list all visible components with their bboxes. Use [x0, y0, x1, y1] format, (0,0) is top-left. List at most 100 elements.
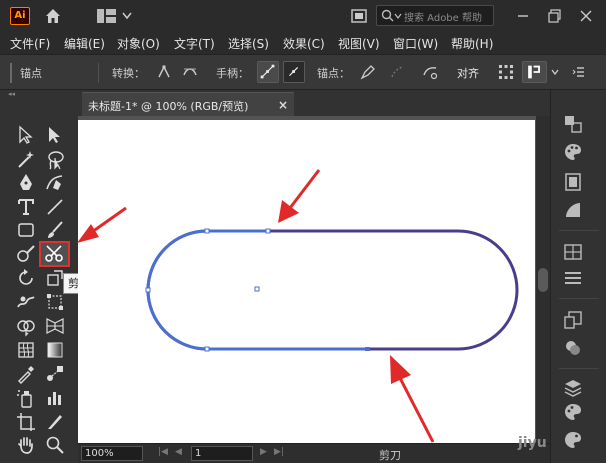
last-artboard-icon[interactable]: ▶| — [274, 447, 284, 457]
maximize-icon[interactable] — [545, 6, 565, 26]
appearance-icon[interactable] — [563, 338, 583, 358]
color-themes-icon[interactable] — [563, 402, 583, 422]
slice-tool[interactable] — [44, 411, 66, 433]
hide-handles-button[interactable] — [283, 61, 305, 83]
close-icon[interactable]: × — [278, 98, 288, 112]
isolate-button[interactable] — [522, 61, 547, 83]
menu-effect[interactable]: 效果(C) — [283, 35, 325, 52]
blend-tool[interactable] — [44, 363, 66, 385]
hand-tool[interactable] — [15, 434, 37, 456]
artboards-panel-icon[interactable] — [563, 310, 583, 330]
color-palette-icon[interactable] — [563, 142, 583, 162]
symbol-sprayer-tool[interactable] — [15, 387, 37, 409]
artboard-tool[interactable] — [15, 411, 37, 433]
divider — [559, 368, 599, 369]
minimize-icon[interactable] — [513, 6, 533, 26]
align-label[interactable]: 对齐 — [457, 65, 479, 81]
rotate-tool[interactable] — [15, 267, 37, 289]
layers-icon[interactable] — [563, 378, 583, 398]
color-guide-icon[interactable] — [563, 172, 583, 192]
symbol-sprayer-icon — [17, 390, 32, 408]
type-icon — [18, 199, 34, 215]
mesh-tool[interactable] — [15, 339, 37, 361]
title-bar: Ai 搜索 Adobe 帮助 — [0, 0, 606, 31]
menu-view[interactable]: 视图(V) — [338, 35, 380, 52]
magic-wand-icon — [18, 151, 34, 168]
anchor-point[interactable] — [265, 228, 271, 234]
close-window-icon[interactable] — [576, 6, 596, 26]
search-field[interactable]: 搜索 Adobe 帮助 — [376, 5, 494, 26]
divider — [559, 230, 599, 231]
divider — [559, 298, 599, 299]
next-artboard-icon[interactable]: ▶ — [260, 447, 267, 457]
first-artboard-icon[interactable]: |◀ — [158, 447, 168, 457]
pen-tool[interactable] — [15, 172, 37, 194]
search-icon — [381, 9, 402, 22]
remove-anchor-icon[interactable] — [359, 63, 377, 81]
menu-object[interactable]: 对象(O) — [117, 35, 160, 52]
artboard[interactable] — [78, 120, 535, 443]
home-icon[interactable] — [43, 6, 63, 26]
vertical-scrollbar[interactable] — [536, 116, 550, 443]
gradient-panel-icon[interactable] — [563, 200, 583, 220]
free-transform-tool[interactable] — [44, 291, 66, 313]
chevron-down-icon[interactable] — [550, 63, 560, 81]
cut-anchor-icon[interactable] — [421, 63, 439, 81]
divider — [98, 63, 99, 83]
menu-file[interactable]: 文件(F) — [10, 35, 50, 52]
selection-tool[interactable] — [15, 124, 37, 146]
menu-select[interactable]: 选择(S) — [228, 35, 269, 52]
lasso-tool[interactable] — [44, 149, 66, 171]
scrollbar-thumb[interactable] — [538, 268, 548, 292]
menu-window[interactable]: 窗口(W) — [393, 35, 438, 52]
magic-wand-tool[interactable] — [15, 149, 37, 171]
pill-path[interactable] — [146, 229, 519, 351]
blend-icon — [47, 366, 63, 381]
artwork[interactable] — [78, 120, 535, 443]
search-placeholder: 搜索 Adobe 帮助 — [404, 13, 482, 24]
control-grip[interactable] — [10, 63, 12, 83]
convert-smooth-icon[interactable] — [181, 63, 199, 81]
perspective-grid-tool[interactable] — [44, 315, 66, 337]
panel-collapse-icon[interactable]: ◂◂ — [8, 90, 78, 100]
panel-menu-icon[interactable] — [568, 63, 586, 81]
stroke-panel-icon[interactable] — [563, 268, 583, 288]
anchor-point[interactable] — [204, 346, 210, 352]
arrange-documents-icon[interactable] — [351, 8, 367, 24]
menu-help[interactable]: 帮助(H) — [451, 35, 493, 52]
type-tool[interactable] — [15, 196, 37, 218]
anchor-point[interactable] — [145, 287, 151, 293]
artboard-number-field[interactable]: 1 — [191, 446, 253, 461]
transform-panel-icon[interactable] — [563, 114, 583, 134]
prev-artboard-icon[interactable]: ◀ — [175, 447, 182, 457]
eyedropper-tool[interactable] — [15, 363, 37, 385]
handles-hide-icon — [289, 67, 299, 77]
workspace-switcher-icon[interactable] — [97, 8, 133, 24]
convert-corner-icon[interactable] — [155, 63, 173, 81]
warp-tool[interactable] — [15, 291, 37, 313]
zoom-level-field[interactable]: 100% — [81, 446, 143, 461]
document-tab[interactable]: 未标题-1* @ 100% (RGB/预览) × — [82, 92, 294, 116]
libraries-icon[interactable] — [563, 430, 583, 450]
anchor-point[interactable] — [204, 228, 210, 234]
mesh-icon — [18, 342, 34, 358]
rectangle-tool[interactable] — [15, 219, 37, 241]
shaper-tool[interactable] — [15, 243, 37, 265]
anchor-point[interactable] — [365, 347, 370, 351]
connect-anchor-icon[interactable] — [388, 63, 406, 81]
menu-type[interactable]: 文字(T) — [174, 35, 215, 52]
direct-selection-tool[interactable] — [44, 124, 66, 146]
show-handles-button[interactable] — [257, 61, 279, 83]
swatches-icon[interactable] — [563, 242, 583, 262]
anchor-label: 锚点 — [20, 67, 42, 80]
selection-arrow-icon — [19, 125, 33, 144]
warp-icon — [17, 296, 35, 308]
zoom-tool[interactable] — [44, 434, 66, 456]
gradient-tool[interactable] — [44, 339, 66, 361]
transform-grid-icon[interactable] — [497, 63, 515, 81]
shape-builder-tool[interactable] — [15, 315, 37, 337]
canvas-area[interactable] — [78, 116, 536, 443]
menu-edit[interactable]: 编辑(E) — [64, 35, 105, 52]
column-graph-tool[interactable] — [44, 387, 66, 409]
curvature-tool[interactable] — [44, 172, 66, 194]
